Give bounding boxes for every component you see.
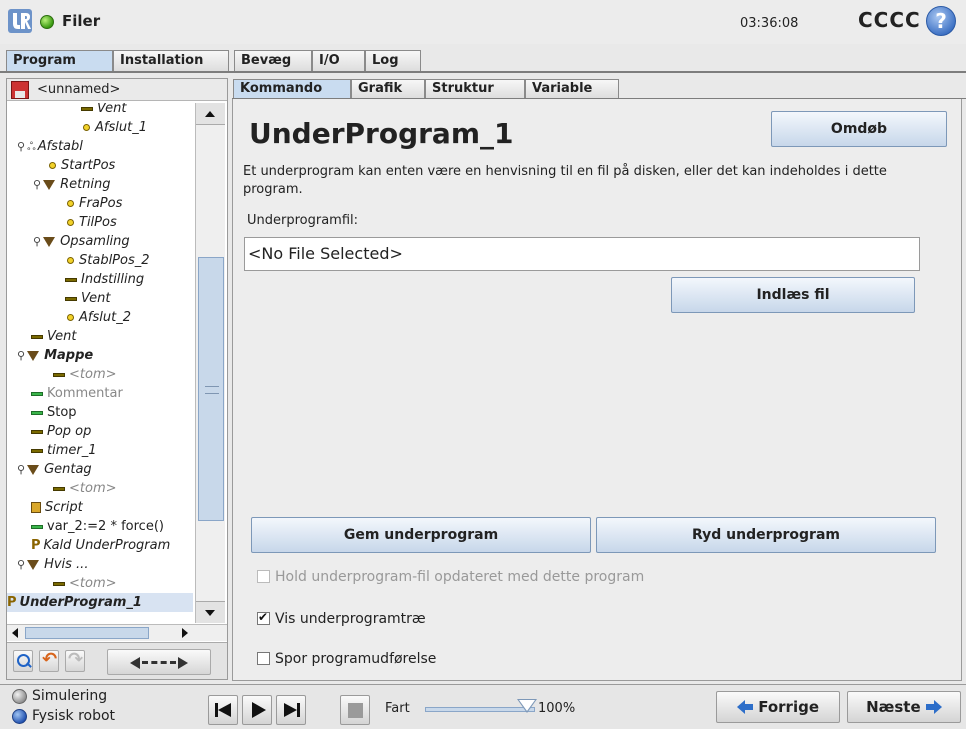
tab-divider: [0, 71, 966, 73]
description-text: Et underprogram kan enten være en henvis…: [243, 164, 887, 197]
tree-node-selected[interactable]: P UnderProgram_1: [7, 593, 193, 612]
scroll-up-icon[interactable]: [196, 103, 225, 125]
step-icon[interactable]: [276, 695, 306, 725]
previous-button[interactable]: Forrige: [716, 691, 840, 723]
next-button[interactable]: Næste: [847, 691, 961, 723]
tab-installation[interactable]: Installation: [113, 50, 229, 72]
save-subprogram-button[interactable]: Gem underprogram: [251, 517, 591, 553]
real-robot-label[interactable]: Fysisk robot: [32, 708, 115, 724]
tree-toolbar: [7, 642, 227, 679]
stop-icon[interactable]: [340, 695, 370, 725]
scroll-left-icon[interactable]: [9, 626, 23, 640]
footer-bar: Simulering Fysisk robot Fart 100% Forrig…: [0, 684, 966, 729]
speed-label: Fart: [385, 701, 410, 716]
keep-updated-label: Hold underprogram-fil opdateret med dett…: [275, 569, 645, 585]
tree-node[interactable]: ⚲ Retning: [33, 175, 111, 194]
skip-back-icon[interactable]: [208, 695, 238, 725]
subprogram-file-field[interactable]: <No File Selected>: [244, 237, 920, 271]
tab-program[interactable]: Program: [6, 50, 113, 72]
tab-structure[interactable]: Struktur: [425, 79, 525, 99]
tree-node[interactable]: ⚲ ஃ Afstabl: [17, 137, 83, 156]
tree-node[interactable]: P Kald UnderProgram: [31, 536, 170, 555]
move-arrows-icon: [142, 661, 176, 664]
tab-graphics[interactable]: Grafik: [351, 79, 425, 99]
tree-horizontal-scrollbar[interactable]: [7, 624, 227, 641]
redo-icon[interactable]: [65, 649, 85, 672]
page-title: UnderProgram_1: [249, 117, 514, 150]
tree-node[interactable]: Vent: [31, 327, 76, 346]
tree-node[interactable]: ⚲ Mappe: [17, 346, 93, 365]
tree-node[interactable]: Afslut_1: [81, 118, 147, 137]
tree-node[interactable]: var_2:=2 * force(): [31, 517, 164, 536]
tree-node[interactable]: <tom>: [53, 574, 117, 593]
ur-logo: [8, 9, 32, 33]
program-tree-panel: <unnamed> Vent Afslut_1 ⚲ ஃ Afstabl StartP…: [6, 78, 228, 680]
move-node-button[interactable]: [107, 649, 211, 675]
tab-io[interactable]: I/O: [312, 50, 365, 72]
show-tree-option: Vis underprogramtræ: [257, 610, 426, 627]
tree-node[interactable]: <tom>: [53, 365, 117, 384]
tree-vertical-scrollbar[interactable]: [195, 103, 225, 623]
keep-updated-option: Hold underprogram-fil opdateret med dett…: [257, 569, 644, 585]
tree-node[interactable]: Pop op: [31, 422, 91, 441]
clock: 03:36:08: [740, 16, 799, 31]
help-icon[interactable]: ?: [926, 6, 956, 36]
scroll-thumb[interactable]: [198, 257, 224, 521]
scroll-right-icon[interactable]: [177, 626, 191, 640]
play-icon[interactable]: [242, 695, 272, 725]
trace-label: Spor programudførelse: [275, 651, 437, 667]
undo-icon[interactable]: [39, 649, 59, 672]
tree-node[interactable]: TilPos: [65, 213, 117, 232]
tree-node[interactable]: Vent: [65, 289, 110, 308]
robot-name: CCCC: [858, 8, 921, 32]
arrow-right-icon: [925, 700, 942, 714]
scroll-thumb[interactable]: [25, 627, 149, 639]
tree-node[interactable]: Afslut_2: [65, 308, 131, 327]
previous-label: Forrige: [758, 698, 820, 716]
tab-command[interactable]: Kommando: [233, 79, 351, 99]
tree-node[interactable]: Kommentar: [31, 384, 123, 403]
tree-node[interactable]: StablPos_2: [65, 251, 150, 270]
tab-log[interactable]: Log: [365, 50, 421, 72]
tree-node[interactable]: timer_1: [31, 441, 97, 460]
trace-checkbox[interactable]: [257, 652, 270, 665]
rename-button[interactable]: Omdøb: [771, 111, 947, 147]
title-bar: Filer 03:36:08 CCCC ?: [0, 0, 966, 44]
app-title: Filer: [62, 12, 101, 30]
tree-node[interactable]: ⚲ Opsamling: [33, 232, 130, 251]
speed-slider-thumb[interactable]: [517, 699, 537, 713]
status-dot-icon: [40, 15, 54, 29]
simulation-radio-icon[interactable]: [12, 689, 27, 704]
magnifier-icon[interactable]: [13, 650, 33, 672]
tree-node[interactable]: StartPos: [47, 156, 115, 175]
simulation-label[interactable]: Simulering: [32, 688, 107, 704]
file-label: Underprogramfil:: [247, 213, 359, 228]
program-tree: Vent Afslut_1 ⚲ ஃ Afstabl StartPos ⚲ Retnin…: [7, 103, 193, 623]
scroll-down-icon[interactable]: [196, 601, 225, 623]
save-icon[interactable]: [11, 81, 29, 99]
trace-option: Spor programudførelse: [257, 651, 436, 667]
tree-node[interactable]: ⚲ Hvis ...: [17, 555, 88, 574]
next-label: Næste: [866, 698, 921, 716]
load-file-button[interactable]: Indlæs fil: [671, 277, 915, 313]
program-header: <unnamed>: [7, 79, 227, 101]
tree-node[interactable]: Stop: [31, 403, 77, 422]
tree-node[interactable]: Indstilling: [65, 270, 144, 289]
tree-node[interactable]: Script: [31, 498, 83, 517]
tree-node[interactable]: FraPos: [65, 194, 122, 213]
keep-updated-checkbox[interactable]: [257, 570, 270, 583]
speed-value: 100%: [538, 701, 576, 716]
tree-node[interactable]: <tom>: [53, 479, 117, 498]
tab-move[interactable]: Bevæg: [234, 50, 312, 72]
command-panel: UnderProgram_1 Omdøb Et underprogram kan…: [232, 99, 962, 681]
real-robot-radio-icon[interactable]: [12, 709, 27, 724]
clear-subprogram-button[interactable]: Ryd underprogram: [596, 517, 936, 553]
tree-node[interactable]: Vent: [81, 103, 126, 118]
show-tree-label: Vis underprogramtræ: [275, 611, 426, 627]
tree-node[interactable]: ⚲ Gentag: [17, 460, 92, 479]
arrow-left-icon: [736, 700, 753, 714]
program-name: <unnamed>: [37, 82, 121, 97]
tab-variables[interactable]: Variable: [525, 79, 619, 99]
show-tree-checkbox[interactable]: [257, 610, 270, 625]
